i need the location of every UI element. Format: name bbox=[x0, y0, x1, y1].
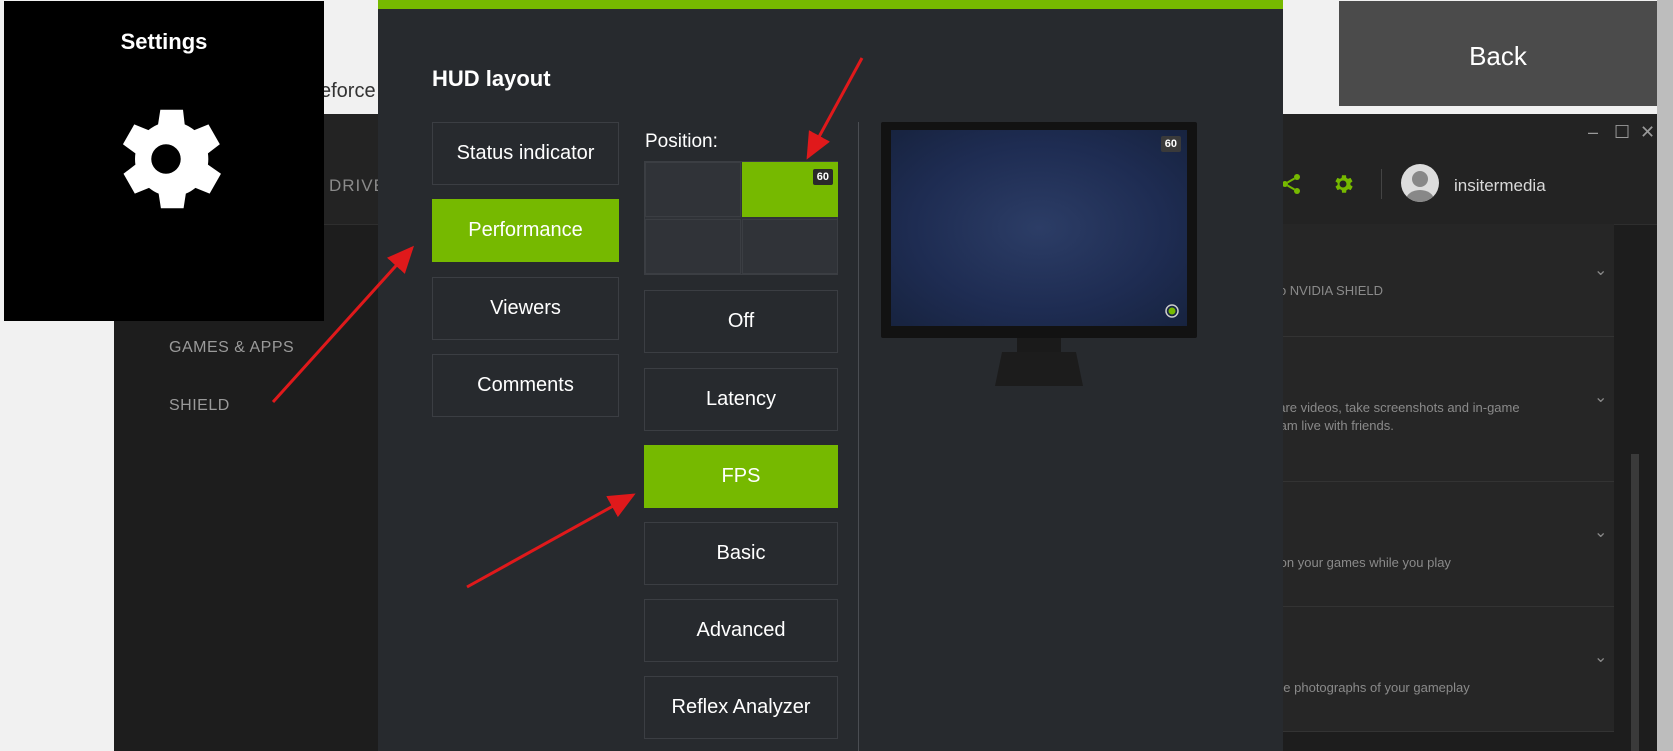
header-separator bbox=[1381, 169, 1382, 199]
close-icon[interactable]: ✕ bbox=[1640, 122, 1655, 143]
tab-status-indicator[interactable]: Status indicator bbox=[432, 122, 619, 185]
option-advanced[interactable]: Advanced bbox=[644, 599, 838, 662]
position-top-right[interactable]: 60 bbox=[742, 162, 838, 217]
settings-title: Settings bbox=[120, 29, 208, 54]
fps-badge: 60 bbox=[812, 169, 833, 185]
tab-performance[interactable]: Performance bbox=[432, 199, 619, 262]
dialog-divider bbox=[858, 122, 859, 751]
scrollbar[interactable] bbox=[1631, 454, 1639, 751]
option-latency[interactable]: Latency bbox=[644, 368, 838, 431]
back-button[interactable]: Back bbox=[1339, 1, 1657, 106]
position-top-left[interactable] bbox=[645, 162, 741, 217]
option-reflex-analyzer[interactable]: Reflex Analyzer bbox=[644, 676, 838, 739]
gfe-settings-gear-icon[interactable] bbox=[1331, 172, 1355, 196]
position-bottom-left[interactable] bbox=[645, 219, 741, 274]
chevron-down-icon[interactable]: ⌄ bbox=[1594, 260, 1607, 280]
chevron-down-icon[interactable]: ⌄ bbox=[1594, 387, 1607, 407]
tab-comments[interactable]: Comments bbox=[432, 354, 619, 417]
monitor-stand bbox=[995, 352, 1083, 386]
status-indicator-icon bbox=[1165, 304, 1179, 318]
avatar[interactable] bbox=[1401, 164, 1439, 202]
sidebar-item-shield[interactable]: SHIELD bbox=[169, 397, 230, 415]
background-right-strip bbox=[1657, 0, 1673, 751]
dialog-title: HUD layout bbox=[432, 66, 551, 91]
gear-icon bbox=[122, 109, 221, 209]
monitor-preview: 60 bbox=[881, 122, 1197, 338]
back-label: Back bbox=[1469, 41, 1527, 71]
settings-tile[interactable]: Settings bbox=[4, 1, 324, 321]
sidebar-item-games-apps[interactable]: GAMES & APPS bbox=[169, 339, 294, 357]
panel-description: ers on your games while you play bbox=[1258, 555, 1451, 570]
monitor-screen: 60 bbox=[891, 130, 1187, 326]
option-fps[interactable]: FPS bbox=[644, 445, 838, 508]
dialog-accent-bar bbox=[378, 0, 1283, 9]
maximize-icon[interactable]: ☐ bbox=[1614, 122, 1630, 143]
preview-fps-badge: 60 bbox=[1160, 136, 1181, 152]
tab-viewers[interactable]: Viewers bbox=[432, 277, 619, 340]
panel-description: game photographs of your gameplay bbox=[1258, 680, 1470, 695]
panel-description: l share videos, take screenshots and in-… bbox=[1258, 400, 1520, 415]
hud-layout-dialog: HUD layout Status indicator Performance … bbox=[378, 0, 1283, 751]
username[interactable]: insitermedia bbox=[1454, 176, 1546, 196]
background-text: eforce bbox=[320, 80, 376, 102]
position-label: Position: bbox=[645, 131, 718, 152]
position-bottom-right[interactable] bbox=[742, 219, 838, 274]
minimize-icon[interactable]: – bbox=[1588, 122, 1598, 143]
option-off[interactable]: Off bbox=[644, 290, 838, 353]
position-grid: 60 bbox=[644, 161, 838, 275]
option-basic[interactable]: Basic bbox=[644, 522, 838, 585]
chevron-down-icon[interactable]: ⌄ bbox=[1594, 522, 1607, 542]
user-icon bbox=[1406, 171, 1434, 202]
chevron-down-icon[interactable]: ⌄ bbox=[1594, 647, 1607, 667]
